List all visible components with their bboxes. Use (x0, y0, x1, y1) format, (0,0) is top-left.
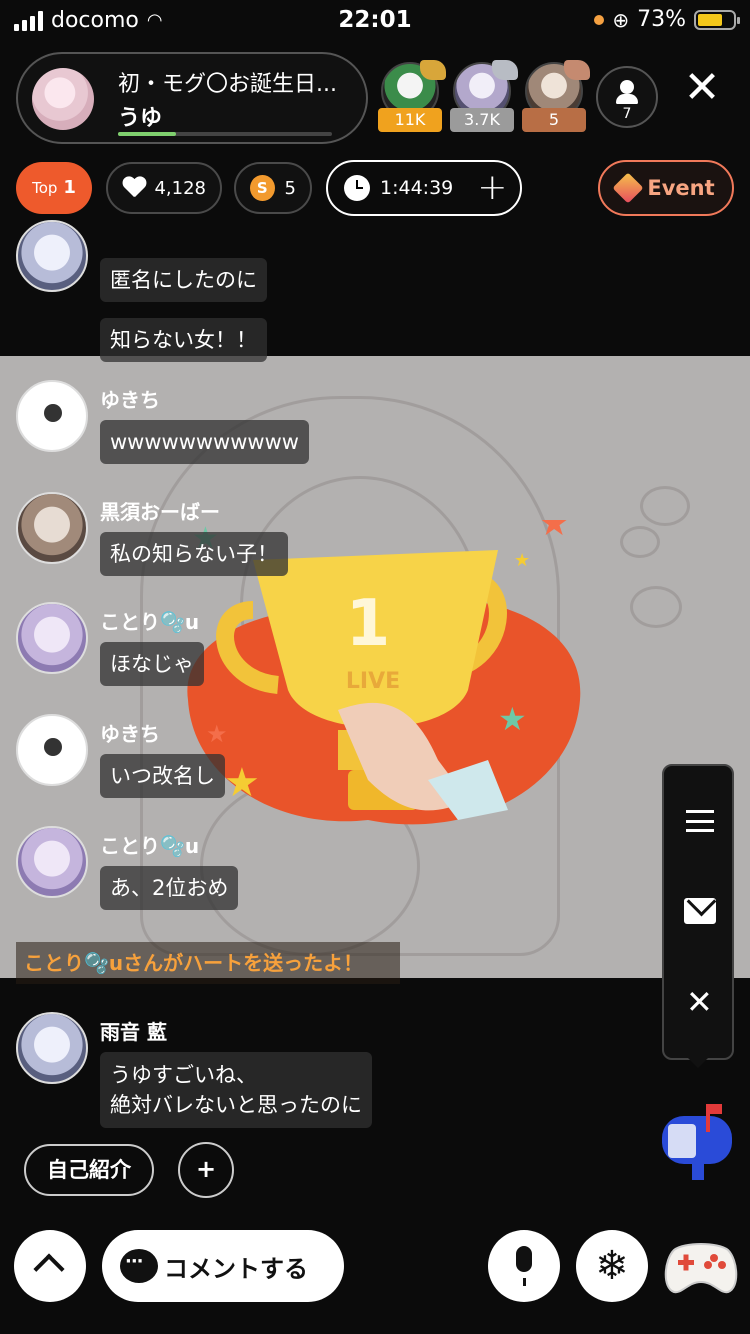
coins-pill[interactable]: S 5 (234, 162, 312, 214)
comment-text: wwwwwwwwwww (100, 420, 309, 464)
host-name: うゆ (118, 106, 163, 131)
silver-wing-icon (492, 60, 518, 80)
commenter-avatar[interactable] (16, 1012, 88, 1084)
bronze-wing-icon (564, 60, 590, 80)
freeze-button[interactable]: ❄ (576, 1230, 648, 1302)
sketch-heart (630, 586, 682, 628)
stream-title: 初・モグ〇お誕生日... (118, 72, 337, 97)
rotation-lock-icon: ⊕ (612, 7, 630, 32)
sketch-heart (620, 526, 660, 558)
comment-text: 知らない女！！ (100, 318, 267, 362)
commenter-avatar[interactable] (16, 826, 88, 898)
status-bar: docomo ◠ 22:01 ⊕ 73% (0, 0, 750, 42)
status-right: ⊕ 73% (594, 7, 740, 32)
comment-text: うゆすごいね、 絶対バレないと思ったのに (100, 1052, 372, 1128)
battery-percent: 73% (637, 7, 686, 32)
star-icon: ★ (498, 700, 527, 738)
person-icon (616, 80, 638, 104)
close-icon[interactable]: ✕ (686, 986, 713, 1018)
timer-pill[interactable]: 1:44:39 + (326, 160, 522, 216)
mic-button[interactable] (488, 1230, 560, 1302)
mic-icon (516, 1246, 532, 1286)
viewer-count-button[interactable]: 7 (596, 66, 658, 128)
gold-wing-icon (420, 60, 446, 80)
top-gifter-1[interactable]: 11K (378, 60, 446, 132)
star-icon: ★ (514, 550, 530, 571)
commenter-avatar[interactable] (16, 714, 88, 786)
privacy-dot-icon (594, 14, 605, 25)
gift-notice: ことり🫧uさんがハートを送ったよ！ (16, 942, 400, 984)
comment-text: 私の知らない子！ (100, 532, 288, 576)
battery-icon (694, 9, 740, 30)
comment-text: ほなじゃ (100, 642, 204, 686)
coin-icon: S (250, 175, 275, 201)
event-button[interactable]: Event (598, 160, 734, 216)
expand-button[interactable] (14, 1230, 86, 1302)
rank-prefix: Top (32, 179, 58, 197)
gifter-score: 3.7K (450, 108, 514, 132)
comment-line: 絶対バレないと思ったのに (110, 1093, 362, 1117)
commenter-name: ゆきち (100, 388, 160, 412)
commenter-name: ことり🫧u (100, 834, 200, 858)
top-gifter-3[interactable]: 5 (522, 60, 590, 132)
side-menu: ✕ (662, 764, 734, 1068)
snowflake-icon: ❄ (595, 1243, 629, 1289)
mailbox-icon[interactable] (658, 1102, 738, 1182)
party-icon (612, 172, 644, 204)
menu-icon[interactable] (686, 810, 714, 832)
gifter-score: 11K (378, 108, 442, 132)
host-profile-pill[interactable]: 初・モグ〇お誕生日... うゆ (16, 52, 368, 144)
comment-text: いつ改名し (100, 754, 225, 798)
host-level-progress (118, 132, 332, 136)
timer-value: 1:44:39 (380, 177, 454, 199)
host-avatar[interactable] (32, 68, 94, 130)
gifter-score: 5 (522, 108, 586, 132)
coin-count: 5 (284, 177, 296, 199)
chevron-up-icon (33, 1253, 65, 1285)
event-label: Event (647, 176, 715, 200)
mail-icon[interactable] (684, 898, 716, 924)
star-icon: ★ (538, 520, 570, 544)
gamepad-icon[interactable] (664, 1236, 738, 1298)
top-gifters: 11K 3.7K 5 (378, 60, 590, 132)
add-button[interactable]: + (178, 1142, 234, 1198)
star-icon: ★ (206, 720, 228, 748)
close-icon[interactable]: ✕ (682, 66, 722, 110)
trophy-rank: 1 (346, 587, 391, 661)
commenter-name: 雨音 藍 (100, 1020, 167, 1044)
commenter-avatar[interactable] (16, 492, 88, 564)
commenter-avatar[interactable] (16, 380, 88, 452)
heart-count: 4,128 (154, 177, 206, 199)
commenter-name: ことり🫧u (100, 610, 200, 634)
viewer-count: 7 (622, 106, 632, 122)
trophy-label: LIVE (346, 669, 400, 694)
heart-icon (122, 177, 144, 199)
top-gifter-2[interactable]: 3.7K (450, 60, 518, 132)
commenter-avatar[interactable] (16, 220, 88, 292)
commenter-name: 黒須おーばー (100, 500, 220, 524)
clock-icon (344, 175, 370, 201)
comment-button[interactable]: コメントする (102, 1230, 344, 1302)
host-level-progress-fill (118, 132, 176, 136)
star-icon: ★ (224, 760, 260, 806)
chat-icon (120, 1249, 158, 1283)
comment-line: うゆすごいね、 (110, 1063, 257, 1087)
sketch-heart (640, 486, 690, 526)
hearts-pill[interactable]: 4,128 (106, 162, 222, 214)
commenter-name: ゆきち (100, 722, 160, 746)
comment-text: あ、2位おめ (100, 866, 239, 910)
extend-time-icon[interactable]: + (477, 170, 507, 206)
rank-badge[interactable]: Top 1 (16, 162, 92, 214)
commenter-avatar[interactable] (16, 602, 88, 674)
rank-number: 1 (63, 177, 76, 198)
comment-text: 匿名にしたのに (100, 258, 267, 302)
comment-button-label: コメントする (164, 1254, 308, 1283)
self-intro-button[interactable]: 自己紹介 (24, 1144, 154, 1196)
